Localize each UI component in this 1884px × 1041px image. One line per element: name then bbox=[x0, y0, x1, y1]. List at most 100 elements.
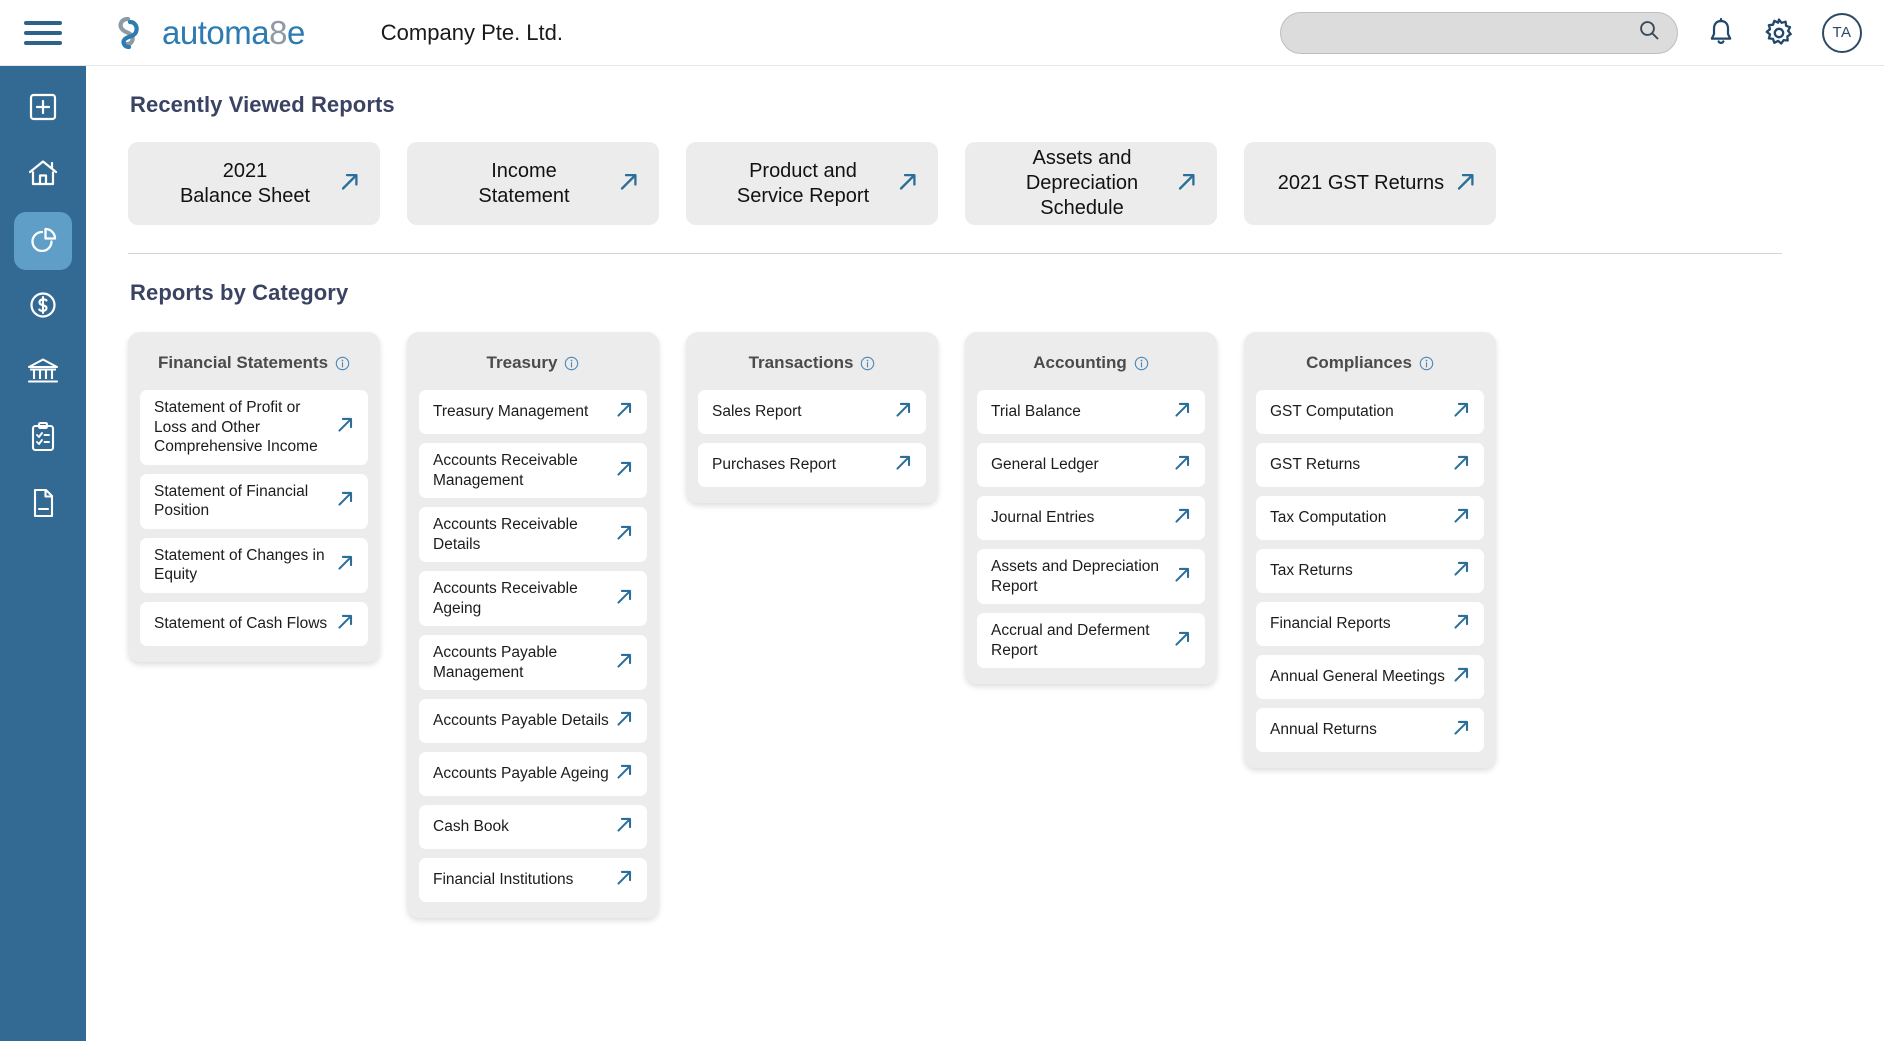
category-column-accounting: Accounting Trial Balance bbox=[965, 332, 1217, 684]
search-icon[interactable] bbox=[1637, 18, 1661, 47]
report-label: Sales Report bbox=[712, 402, 914, 422]
recently-viewed-row: 2021 Balance Sheet Income Statement bbox=[128, 142, 1884, 225]
category-header: Financial Statements bbox=[140, 346, 368, 380]
report-link[interactable]: Accrual and Deferment Report bbox=[977, 613, 1205, 668]
search-box[interactable] bbox=[1280, 12, 1678, 54]
add-square-icon bbox=[26, 90, 60, 129]
report-label: Accounts Payable Ageing bbox=[433, 764, 635, 784]
bell-icon[interactable] bbox=[1706, 17, 1736, 49]
open-external-icon bbox=[1176, 170, 1198, 197]
recently-viewed-title: Recently Viewed Reports bbox=[130, 92, 1884, 118]
report-link[interactable]: Financial Institutions bbox=[419, 858, 647, 902]
bank-icon bbox=[24, 352, 62, 395]
open-external-icon bbox=[615, 868, 634, 892]
report-label: Accounts Receivable Details bbox=[433, 515, 635, 554]
category-columns: Financial Statements Statement of Profit… bbox=[128, 332, 1884, 918]
sidebar-item-home[interactable] bbox=[14, 146, 72, 204]
sidebar-item-add[interactable] bbox=[14, 80, 72, 138]
sidebar-item-finance[interactable] bbox=[14, 278, 72, 336]
open-external-icon bbox=[336, 553, 355, 577]
info-icon[interactable] bbox=[1419, 356, 1434, 371]
report-link[interactable]: Statement of Profit or Loss and Other Co… bbox=[140, 390, 368, 465]
recent-report-card[interactable]: Income Statement bbox=[407, 142, 659, 225]
report-label: Financial Institutions bbox=[433, 870, 635, 890]
category-title: Treasury bbox=[487, 353, 558, 373]
category-title: Compliances bbox=[1306, 353, 1412, 373]
open-external-icon bbox=[1173, 506, 1192, 530]
report-link[interactable]: Statement of Changes in Equity bbox=[140, 538, 368, 593]
info-icon[interactable] bbox=[1134, 356, 1149, 371]
report-link[interactable]: Cash Book bbox=[419, 805, 647, 849]
report-label: Statement of Changes in Equity bbox=[154, 546, 356, 585]
report-link[interactable]: Statement of Cash Flows bbox=[140, 602, 368, 646]
home-icon bbox=[25, 155, 61, 196]
hamburger-menu-button[interactable] bbox=[0, 0, 86, 66]
open-external-icon bbox=[336, 612, 355, 636]
header-actions: TA bbox=[1280, 12, 1884, 54]
open-external-icon bbox=[1452, 718, 1471, 742]
report-link[interactable]: Accounts Receivable Ageing bbox=[419, 571, 647, 626]
sidebar-item-tasks[interactable] bbox=[14, 410, 72, 468]
report-link[interactable]: Financial Reports bbox=[1256, 602, 1484, 646]
main-content: Recently Viewed Reports 2021 Balance She… bbox=[86, 66, 1884, 1041]
recent-report-card[interactable]: Product and Service Report bbox=[686, 142, 938, 225]
open-external-icon bbox=[615, 523, 634, 547]
category-column-transactions: Transactions Sales Report bbox=[686, 332, 938, 503]
report-link[interactable]: Accounts Receivable Details bbox=[419, 507, 647, 562]
dollar-circle-icon bbox=[25, 287, 61, 328]
report-label: Cash Book bbox=[433, 817, 635, 837]
gear-icon[interactable] bbox=[1764, 18, 1794, 48]
report-label: Accounts Receivable Ageing bbox=[433, 579, 635, 618]
report-label: Accounts Payable Details bbox=[433, 711, 635, 731]
open-external-icon bbox=[339, 170, 361, 197]
report-link[interactable]: Accounts Payable Ageing bbox=[419, 752, 647, 796]
report-label: Accounts Payable Management bbox=[433, 643, 635, 682]
report-link[interactable]: Accounts Receivable Management bbox=[419, 443, 647, 498]
open-external-icon bbox=[615, 762, 634, 786]
category-header: Accounting bbox=[977, 346, 1205, 380]
sidebar-item-documents[interactable] bbox=[14, 476, 72, 534]
report-link[interactable]: Journal Entries bbox=[977, 496, 1205, 540]
report-label: General Ledger bbox=[991, 455, 1193, 475]
report-link[interactable]: GST Returns bbox=[1256, 443, 1484, 487]
category-column-treasury: Treasury Treasury Management bbox=[407, 332, 659, 918]
report-link[interactable]: Tax Returns bbox=[1256, 549, 1484, 593]
report-link[interactable]: Tax Computation bbox=[1256, 496, 1484, 540]
reports-by-category-title: Reports by Category bbox=[130, 280, 1884, 306]
info-icon[interactable] bbox=[564, 356, 579, 371]
report-link[interactable]: General Ledger bbox=[977, 443, 1205, 487]
info-icon[interactable] bbox=[335, 356, 350, 371]
report-label: Statement of Financial Position bbox=[154, 482, 356, 521]
report-link[interactable]: Sales Report bbox=[698, 390, 926, 434]
info-icon[interactable] bbox=[860, 356, 875, 371]
report-link[interactable]: Annual Returns bbox=[1256, 708, 1484, 752]
report-link[interactable]: Statement of Financial Position bbox=[140, 474, 368, 529]
sidebar-item-reports[interactable] bbox=[14, 212, 72, 270]
report-link[interactable]: Trial Balance bbox=[977, 390, 1205, 434]
open-external-icon bbox=[1173, 400, 1192, 424]
report-label: Tax Returns bbox=[1270, 561, 1472, 581]
sidebar-item-banking[interactable] bbox=[14, 344, 72, 402]
report-link[interactable]: Treasury Management bbox=[419, 390, 647, 434]
report-label: Purchases Report bbox=[712, 455, 914, 475]
report-label: Accounts Receivable Management bbox=[433, 451, 635, 490]
open-external-icon bbox=[615, 709, 634, 733]
report-link[interactable]: Purchases Report bbox=[698, 443, 926, 487]
recent-report-card[interactable]: Assets and Depreciation Schedule bbox=[965, 142, 1217, 225]
open-external-icon bbox=[1173, 565, 1192, 589]
report-link[interactable]: Annual General Meetings bbox=[1256, 655, 1484, 699]
report-label: Journal Entries bbox=[991, 508, 1193, 528]
category-title: Financial Statements bbox=[158, 353, 328, 373]
brand-logo[interactable]: automa8e bbox=[108, 13, 305, 53]
open-external-icon bbox=[1452, 400, 1471, 424]
report-link[interactable]: Accounts Payable Details bbox=[419, 699, 647, 743]
open-external-icon bbox=[615, 651, 634, 675]
recent-report-card[interactable]: 2021 GST Returns bbox=[1244, 142, 1496, 225]
open-external-icon bbox=[336, 489, 355, 513]
report-link[interactable]: Accounts Payable Management bbox=[419, 635, 647, 690]
report-link[interactable]: GST Computation bbox=[1256, 390, 1484, 434]
recent-report-card[interactable]: 2021 Balance Sheet bbox=[128, 142, 380, 225]
report-link[interactable]: Assets and Depreciation Report bbox=[977, 549, 1205, 604]
search-input[interactable] bbox=[1297, 24, 1637, 42]
avatar[interactable]: TA bbox=[1822, 13, 1862, 53]
